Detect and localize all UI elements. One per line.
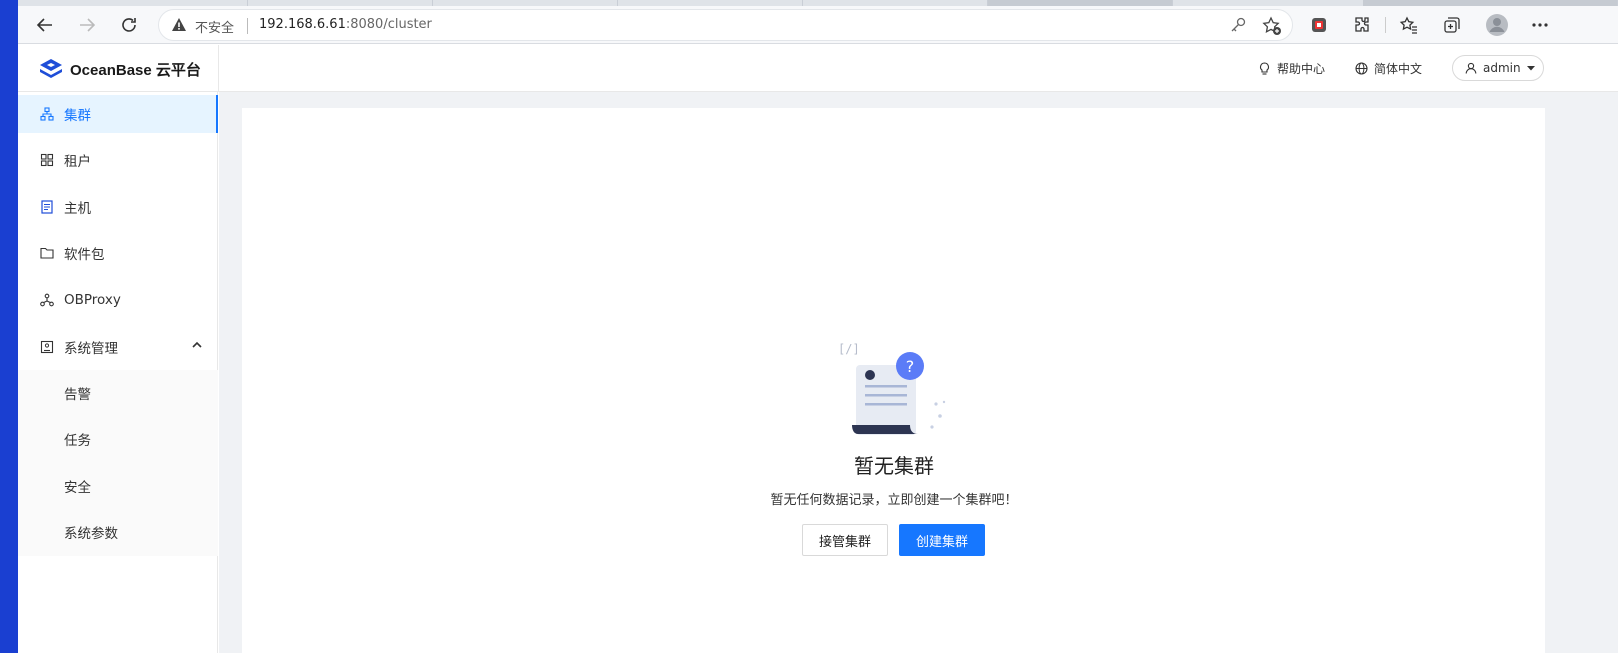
create-cluster-button[interactable]: 创建集群 <box>899 524 985 556</box>
sidebar-subitem-security[interactable]: 安全 <box>18 467 218 505</box>
sidebar: 集群 租户 主机 软件包 OBProxy 系统管理 告警 任务 安全 系统参数 <box>18 92 218 653</box>
browser-toolbar: 不安全 192.168.6.61:8080/cluster <box>18 6 1618 44</box>
arrow-left-icon <box>36 18 52 32</box>
reload-button[interactable] <box>114 10 144 40</box>
user-name: admin <box>1483 61 1521 75</box>
chevron-up-icon <box>192 341 202 348</box>
forward-button[interactable] <box>72 10 102 40</box>
logo-text: OceanBase 云平台 <box>70 61 201 79</box>
sidebar-item-cluster[interactable]: 集群 <box>18 95 218 133</box>
sidebar-item-system[interactable]: 系统管理 <box>18 328 218 366</box>
extension-icon[interactable] <box>1309 15 1329 35</box>
help-center-label: 帮助中心 <box>1277 62 1326 76</box>
add-favorite-icon[interactable] <box>1262 16 1282 36</box>
lightbulb-icon <box>1259 61 1270 75</box>
reload-icon <box>122 18 136 32</box>
collections-icon[interactable] <box>1442 15 1462 35</box>
user-menu[interactable]: admin <box>1452 55 1544 81</box>
takeover-cluster-button[interactable]: 接管集群 <box>802 524 888 556</box>
tenant-icon <box>40 153 54 167</box>
question-mark-icon: ? <box>906 357 915 376</box>
back-button[interactable] <box>30 10 60 40</box>
security-status[interactable]: 不安全 <box>195 17 234 36</box>
arrow-right-icon <box>80 18 96 32</box>
sidebar-item-package[interactable]: 软件包 <box>18 234 218 272</box>
proxy-icon <box>40 293 54 307</box>
help-center-link[interactable]: 帮助中心 <box>1258 60 1325 77</box>
empty-document-icon: [/] ? <box>838 342 946 435</box>
more-icon[interactable] <box>1530 15 1550 35</box>
folder-icon <box>40 247 54 259</box>
sidebar-item-label: 租户 <box>64 154 91 170</box>
language-switch[interactable]: 简体中文 <box>1355 60 1422 77</box>
puzzle-icon[interactable] <box>1352 15 1372 35</box>
logo[interactable]: OceanBase 云平台 <box>38 57 201 81</box>
sidebar-item-label: 系统参数 <box>64 526 118 542</box>
cluster-icon <box>40 107 54 121</box>
sidebar-item-label: 任务 <box>64 433 91 449</box>
sidebar-item-tenant[interactable]: 租户 <box>18 141 218 179</box>
code-bracket-icon: [/] <box>838 342 860 356</box>
sidebar-subitem-alarm[interactable]: 告警 <box>18 374 218 412</box>
address-bar[interactable]: 不安全 192.168.6.61:8080/cluster <box>158 9 1293 41</box>
sidebar-item-host[interactable]: 主机 <box>18 188 218 226</box>
sidebar-item-label: OBProxy <box>64 292 121 308</box>
user-icon <box>1465 62 1477 74</box>
sidebar-item-label: 系统管理 <box>64 341 118 357</box>
empty-description: 暂无任何数据记录，立即创建一个集群吧！ <box>770 493 1018 508</box>
sidebar-item-obproxy[interactable]: OBProxy <box>18 281 218 319</box>
oceanbase-logo-icon <box>40 59 62 78</box>
profile-avatar-icon[interactable] <box>1485 13 1509 37</box>
url-port: :8080 <box>345 17 384 32</box>
url-path: /cluster <box>383 17 432 32</box>
desktop-edge <box>0 0 18 653</box>
sidebar-item-label: 主机 <box>64 201 91 217</box>
caret-down-icon <box>1526 66 1535 71</box>
favorites-icon[interactable] <box>1399 15 1419 35</box>
host-icon <box>41 200 53 214</box>
sidebar-item-label: 软件包 <box>64 247 105 263</box>
sidebar-subitem-system-params[interactable]: 系统参数 <box>18 513 218 551</box>
sidebar-subitem-task[interactable]: 任务 <box>18 420 218 458</box>
empty-title: 暂无集群 <box>854 454 934 478</box>
address-separator <box>247 18 248 34</box>
globe-icon <box>1355 62 1368 75</box>
system-icon <box>40 340 54 354</box>
warning-icon[interactable] <box>171 17 187 33</box>
key-icon[interactable] <box>1229 16 1247 34</box>
url-text[interactable]: 192.168.6.61:8080/cluster <box>259 17 432 32</box>
url-host: 192.168.6.61 <box>259 17 346 32</box>
sidebar-item-label: 集群 <box>64 108 91 124</box>
header-divider <box>218 45 219 92</box>
toolbar-divider <box>1385 17 1386 33</box>
sidebar-item-label: 安全 <box>64 480 91 496</box>
language-label: 简体中文 <box>1374 62 1423 76</box>
app-header: OceanBase 云平台 帮助中心 简体中文 admin <box>18 45 1618 92</box>
sidebar-item-label: 告警 <box>64 387 91 403</box>
